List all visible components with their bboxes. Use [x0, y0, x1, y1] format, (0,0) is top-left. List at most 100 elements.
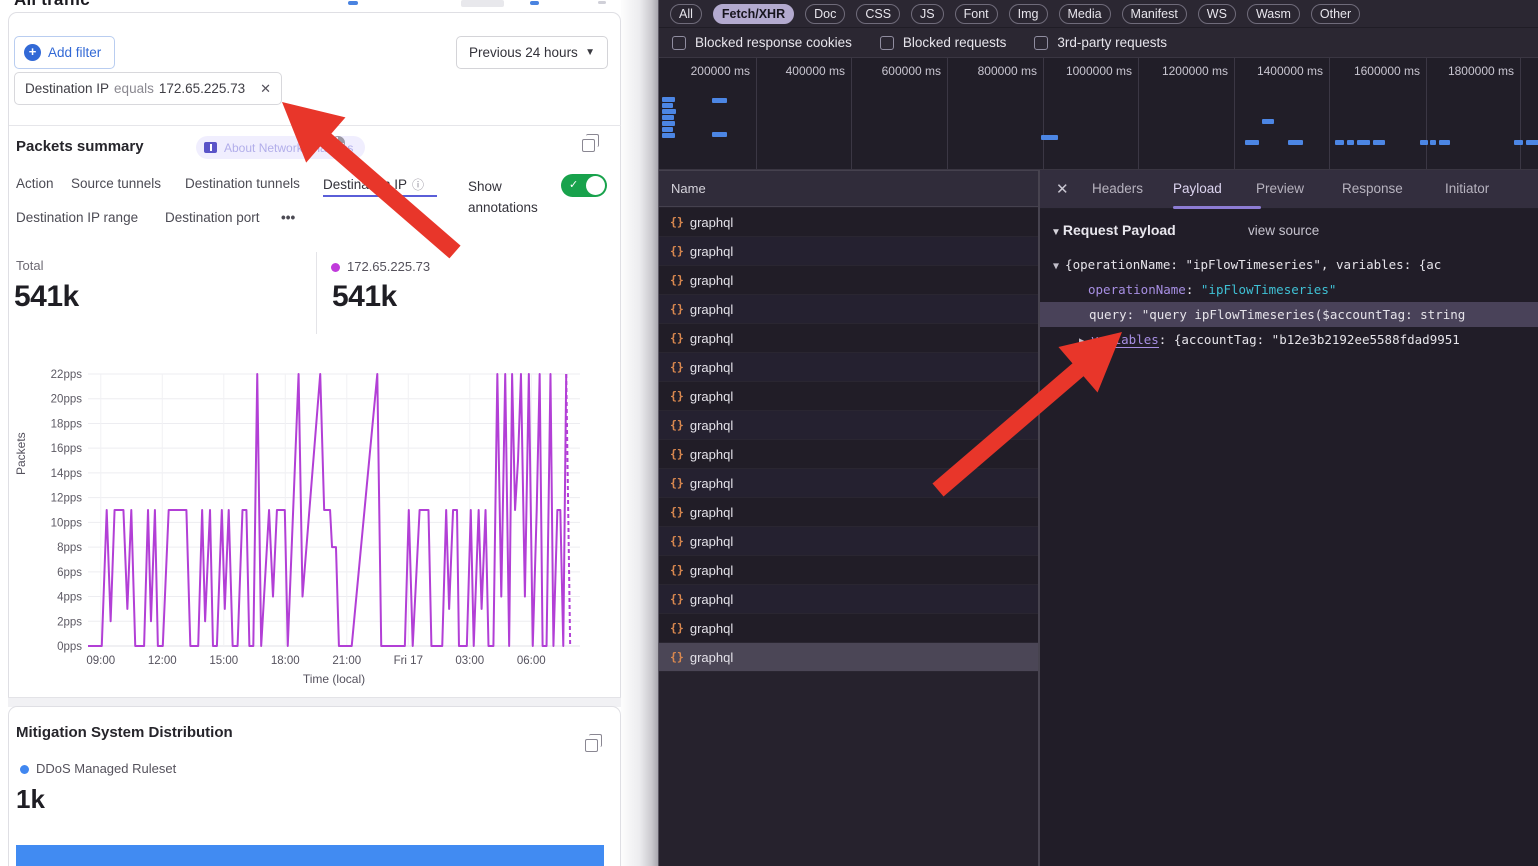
view-source-link[interactable]: view source [1248, 223, 1319, 238]
braces-icon: {} [670, 621, 684, 635]
checkbox-blocked-requests[interactable]: Blocked requests [880, 35, 1007, 50]
detail-tab-response[interactable]: Response [1342, 181, 1403, 196]
request-row[interactable]: {}graphql [659, 237, 1038, 266]
filter-chip[interactable]: Destination IP equals 172.65.225.73 ✕ [14, 72, 282, 105]
request-name: graphql [690, 215, 733, 230]
braces-icon: {} [670, 592, 684, 606]
mitigation-legend-dot [20, 765, 29, 774]
stat-ip-label: 172.65.225.73 [347, 259, 430, 274]
tab-more[interactable]: ••• [281, 210, 295, 225]
filter-pill-js[interactable]: JS [911, 4, 944, 24]
y-tick-label: 4pps [57, 592, 82, 604]
braces-icon: {} [670, 215, 684, 229]
filter-operator: equals [114, 81, 154, 96]
request-row[interactable]: {} graphql [659, 382, 1038, 411]
filter-pill-font[interactable]: Font [955, 4, 998, 24]
y-tick-label: 12pps [51, 493, 83, 505]
close-icon[interactable]: ✕ [1056, 180, 1069, 198]
filter-pill-ws[interactable]: WS [1198, 4, 1236, 24]
page-title: All traffic [14, 0, 154, 11]
filter-pill-manifest[interactable]: Manifest [1122, 4, 1187, 24]
disclosure-triangle-icon[interactable]: ▼ [1053, 261, 1065, 272]
braces-icon: {} [670, 244, 684, 258]
add-filter-button[interactable]: + Add filter [14, 36, 115, 69]
filter-pill-media[interactable]: Media [1059, 4, 1111, 24]
filter-pill-all[interactable]: All [670, 4, 702, 24]
filter-pill-doc[interactable]: Doc [805, 4, 845, 24]
payload-line[interactable]: ▼ {operationName: "ipFlowTimeseries", va… [1040, 252, 1538, 277]
tab-destination-port[interactable]: Destination port [165, 210, 260, 225]
stat-total-value: 541k [14, 280, 79, 314]
checkbox-box [672, 36, 686, 50]
request-name: graphql [690, 302, 733, 317]
detail-tab-headers[interactable]: Headers [1092, 181, 1143, 196]
disclosure-triangle-icon[interactable]: ▶ [1079, 336, 1091, 347]
name-column-header[interactable]: Name [659, 170, 1038, 207]
filter-pill-img[interactable]: Img [1009, 4, 1048, 24]
filter-pill-wasm[interactable]: Wasm [1247, 4, 1300, 24]
request-row[interactable]: {}graphql [659, 411, 1038, 440]
code-token: : "query ipFlowTimeseries($accountTag: s… [1127, 307, 1466, 322]
detail-tab-preview[interactable]: Preview [1256, 181, 1304, 196]
request-row[interactable]: {}graphql [659, 324, 1038, 353]
tab-source-tunnels[interactable]: Source tunnels [71, 176, 161, 191]
mitigation-title: Mitigation System Distribution [16, 724, 233, 741]
payload-line[interactable]: ▶ variables: {accountTag: "b12e3b2192ee5… [1040, 327, 1538, 352]
tab-destination-tunnels[interactable]: Destination tunnels [185, 176, 300, 191]
request-row[interactable]: {}graphql [659, 585, 1038, 614]
braces-icon: {} [670, 302, 684, 316]
chevron-down-icon: ▼ [585, 47, 595, 58]
filter-pill-css[interactable]: CSS [856, 4, 900, 24]
braces-icon: {} [670, 418, 684, 432]
request-row[interactable]: {}graphql [659, 556, 1038, 585]
request-row[interactable]: {} graphql [659, 295, 1038, 324]
waterfall-mark [1357, 140, 1370, 145]
checkbox-3rd-party-requests[interactable]: 3rd-party requests [1034, 35, 1167, 50]
filter-pill-other[interactable]: Other [1311, 4, 1360, 24]
request-row[interactable]: {}graphql [659, 440, 1038, 469]
name-column-label: Name [671, 181, 706, 196]
checkbox-blocked-response-cookies[interactable]: Blocked response cookies [672, 35, 852, 50]
time-range-dropdown[interactable]: Previous 24 hours ▼ [456, 36, 608, 69]
request-row[interactable]: {} graphql [659, 208, 1038, 237]
annotations-toggle[interactable]: ✓ [561, 174, 607, 197]
timeline-overview[interactable]: 200000 ms400000 ms600000 ms800000 ms1000… [659, 58, 1538, 170]
series-line-dashed [566, 374, 570, 646]
request-row[interactable]: {}graphql [659, 498, 1038, 527]
tab-destination-ip-range[interactable]: Destination IP range [16, 210, 138, 225]
timeline-tick-label: 1400000 ms [1229, 64, 1323, 78]
braces-icon: {} [670, 447, 684, 461]
request-name: graphql [690, 650, 733, 665]
request-row[interactable]: {}graphql [659, 643, 1038, 672]
checkbox-label: Blocked response cookies [695, 35, 852, 50]
request-name: graphql [690, 476, 733, 491]
checkbox-label: Blocked requests [903, 35, 1007, 50]
tab-action[interactable]: Action [16, 176, 54, 191]
request-row[interactable]: {}graphql [659, 353, 1038, 382]
request-name: graphql [690, 389, 733, 404]
request-row[interactable]: {}graphql [659, 266, 1038, 295]
y-tick-label: 14pps [51, 468, 83, 480]
waterfall-mark [1245, 140, 1259, 145]
request-row[interactable]: {}graphql [659, 614, 1038, 643]
request-row[interactable]: {}graphql [659, 469, 1038, 498]
braces-icon: {} [670, 505, 684, 519]
timeline-tick-label: 200000 ms [659, 64, 750, 78]
y-tick-label: 22pps [51, 369, 83, 381]
timeline-tick-label: 1000000 ms [1038, 64, 1132, 78]
copy-icon[interactable] [585, 739, 598, 752]
braces-icon: {} [670, 389, 684, 403]
waterfall-mark [662, 97, 675, 102]
detail-tab-payload[interactable]: Payload [1173, 181, 1222, 196]
detail-tab-initiator[interactable]: Initiator [1445, 181, 1489, 196]
request-row[interactable]: {}graphql [659, 527, 1038, 556]
close-icon[interactable]: ✕ [260, 81, 271, 97]
payload-line[interactable]: operationName: "ipFlowTimeseries" [1040, 277, 1538, 302]
x-tick-label: 15:00 [209, 655, 238, 667]
tab-destination-ip[interactable]: Destination IPⓘ [323, 176, 424, 193]
waterfall-mark [1347, 140, 1354, 145]
filter-pill-fetch-xhr[interactable]: Fetch/XHR [713, 4, 794, 24]
copy-icon[interactable] [582, 139, 595, 152]
request-payload-title[interactable]: ▼Request Payload [1051, 222, 1176, 238]
payload-line[interactable]: query: "query ipFlowTimeseries($accountT… [1040, 302, 1538, 327]
